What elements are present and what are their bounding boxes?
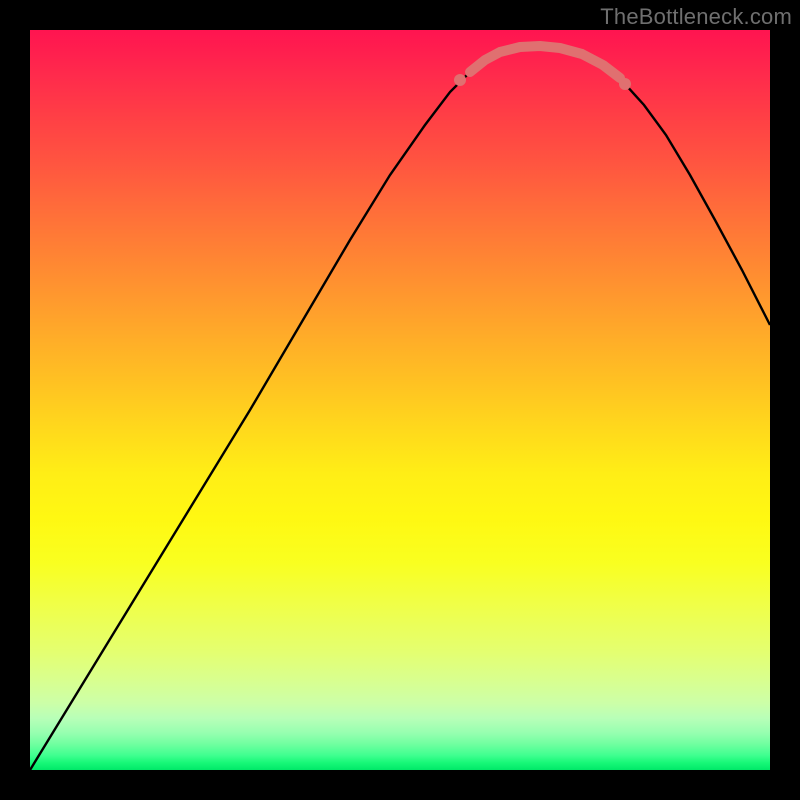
highlight-dot-left [454,74,466,86]
frame: TheBottleneck.com [0,0,800,800]
highlight-dot-right [619,78,631,90]
highlight-segment [470,46,620,78]
watermark-text: TheBottleneck.com [600,4,792,30]
plot-area [30,30,770,770]
curve-track [30,46,770,770]
chart-svg [30,30,770,770]
